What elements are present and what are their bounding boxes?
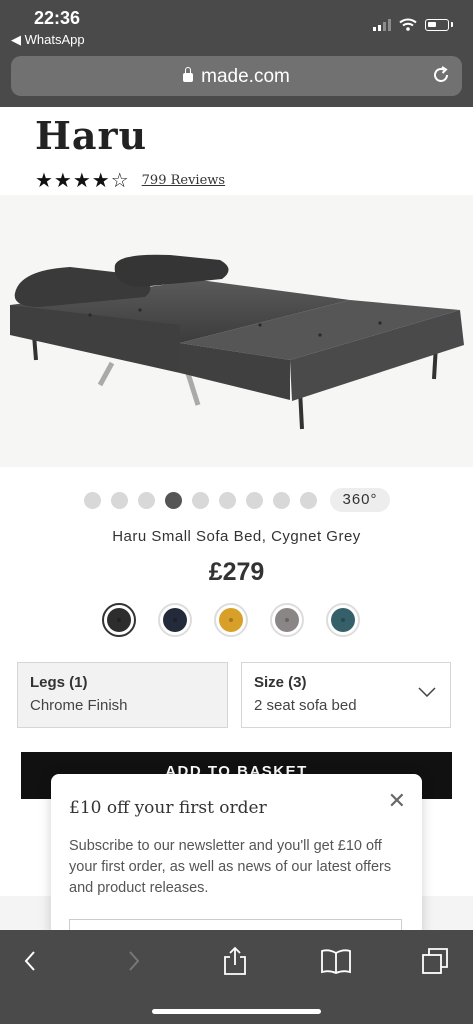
color-swatches: [102, 603, 360, 637]
mustard-swatch[interactable]: [214, 603, 248, 637]
legs-option-value: Chrome Finish: [30, 697, 128, 714]
carousel-dot[interactable]: [84, 492, 101, 509]
status-time: 22:36: [34, 8, 81, 28]
url-text: made.com: [201, 66, 290, 87]
lock-icon: [183, 67, 194, 82]
share-icon[interactable]: [222, 946, 248, 976]
carousel-dot[interactable]: [273, 492, 290, 509]
sofa-bed-image: [10, 254, 464, 430]
popup-title: £10 off your first order: [69, 798, 267, 818]
product-image[interactable]: [0, 195, 473, 467]
size-option-label: Size (3): [254, 674, 307, 691]
forward-arrow-icon[interactable]: [124, 946, 144, 976]
carousel-dot-active[interactable]: [165, 492, 182, 509]
close-icon[interactable]: ✕: [388, 788, 406, 814]
bookmarks-icon[interactable]: [320, 946, 352, 976]
carousel-dot[interactable]: [246, 492, 263, 509]
carousel-dot[interactable]: [300, 492, 317, 509]
product-price: £279: [208, 558, 265, 586]
rating-row: ★★★★☆ 799 Reviews: [35, 168, 225, 193]
rating-stars-icon: ★★★★☆: [35, 170, 130, 192]
browser-top-bar: 22:36 ◀ WhatsApp made.com: [0, 0, 473, 107]
product-title: Haru: [35, 113, 148, 158]
reviews-link[interactable]: 799 Reviews: [142, 173, 225, 188]
grey-swatch[interactable]: [270, 603, 304, 637]
status-icons: [373, 18, 453, 31]
navy-swatch[interactable]: [158, 603, 192, 637]
signal-icon: [373, 18, 391, 31]
image-carousel-dots[interactable]: [84, 492, 317, 509]
carousel-dot[interactable]: [138, 492, 155, 509]
back-arrow-icon[interactable]: [20, 946, 40, 976]
chevron-down-icon: [418, 687, 436, 697]
reload-icon[interactable]: [430, 64, 452, 86]
size-option-value: 2 seat sofa bed: [254, 697, 357, 714]
product-name: Haru Small Sofa Bed, Cygnet Grey: [112, 528, 361, 545]
carousel-dot[interactable]: [219, 492, 236, 509]
newsletter-popup: £10 off your first order ✕ Subscribe to …: [51, 774, 422, 936]
url-bar[interactable]: made.com: [11, 56, 462, 96]
view-360-button[interactable]: 360°: [330, 488, 390, 512]
teal-swatch[interactable]: [326, 603, 360, 637]
home-indicator[interactable]: [152, 1009, 321, 1014]
carousel-dot[interactable]: [192, 492, 209, 509]
back-to-app-link[interactable]: ◀ WhatsApp: [11, 32, 85, 48]
legs-option-label: Legs (1): [30, 674, 88, 691]
carousel-dot[interactable]: [111, 492, 128, 509]
popup-body-text: Subscribe to our newsletter and you'll g…: [69, 838, 392, 896]
legs-option-box[interactable]: Legs (1) Chrome Finish: [17, 662, 228, 728]
charcoal-swatch[interactable]: [102, 603, 136, 637]
tabs-icon[interactable]: [420, 946, 450, 976]
battery-icon: [425, 18, 449, 31]
wifi-icon: [399, 18, 417, 31]
size-option-select[interactable]: Size (3) 2 seat sofa bed: [241, 662, 451, 728]
